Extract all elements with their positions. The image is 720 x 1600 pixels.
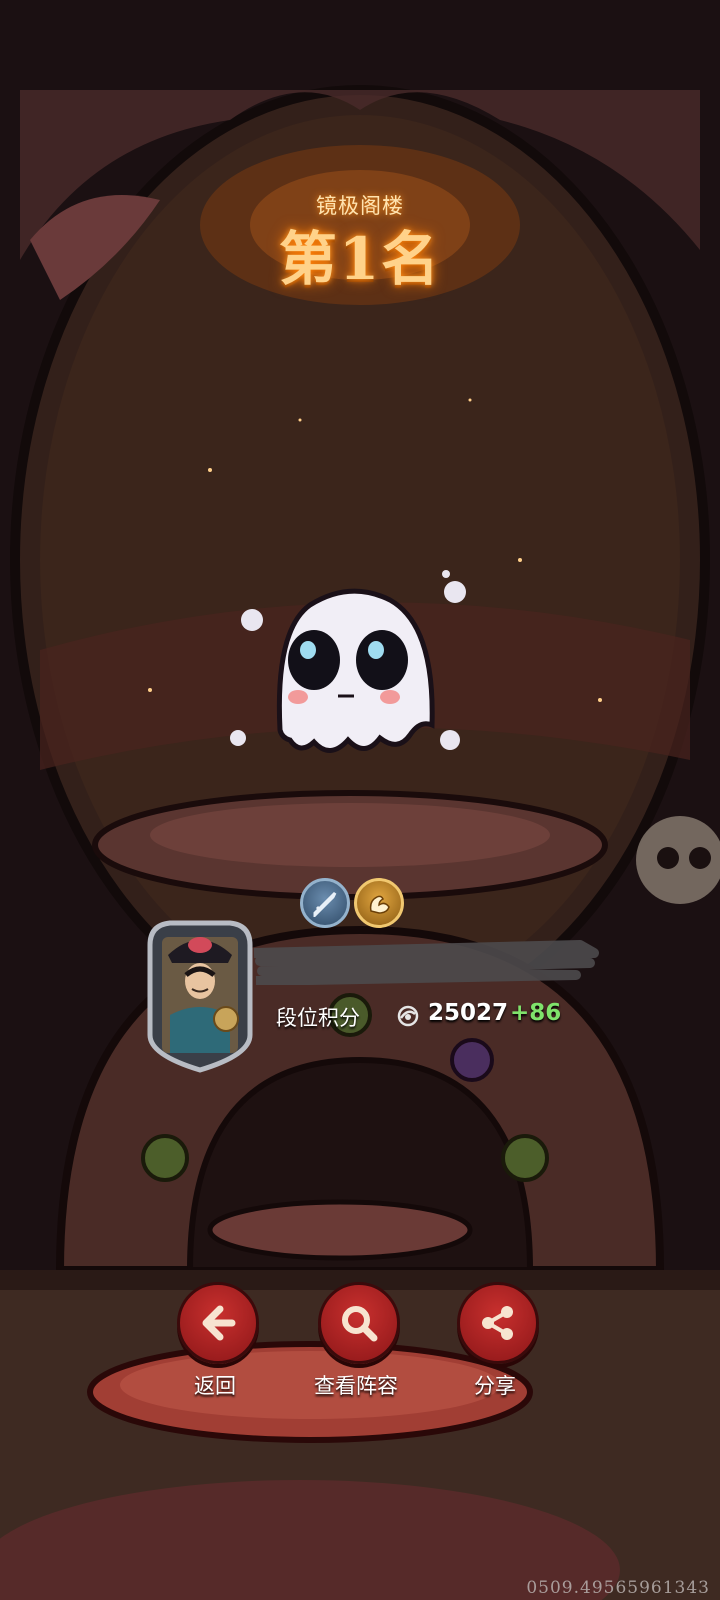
player-avatar <box>147 920 253 1073</box>
share-label: 分享 <box>474 1374 516 1398</box>
share-icon <box>482 1306 513 1340</box>
share-circle[interactable] <box>457 1282 539 1364</box>
flexed-arm-icon <box>354 878 404 928</box>
back-button[interactable]: 返回 <box>162 1282 272 1398</box>
back-label: 返回 <box>194 1374 236 1398</box>
view-lineup-label: 查看阵容 <box>314 1374 398 1398</box>
magnifier-icon <box>342 1306 378 1342</box>
rank-title: 第1名 <box>278 225 442 293</box>
watermark: 0509.49565961343 <box>526 1578 710 1598</box>
arrow-left-icon <box>202 1305 236 1341</box>
back-circle[interactable] <box>177 1282 259 1364</box>
view-lineup-button[interactable]: 查看阵容 <box>303 1282 413 1398</box>
result-screen: 镜极阁楼 第1名 段位积分 25027 +86 返回 查看阵容 分享 0509.… <box>0 0 720 1600</box>
share-button[interactable]: 分享 <box>442 1282 552 1398</box>
sword-icon <box>300 878 350 928</box>
view-lineup-circle[interactable] <box>318 1282 400 1364</box>
rank-points-icon <box>397 1005 419 1027</box>
score-value: 25027 <box>428 1000 509 1026</box>
player-name-redacted <box>253 940 599 985</box>
player-badges <box>300 878 410 928</box>
score-delta: +86 <box>510 1000 562 1026</box>
ghost-mascot <box>230 570 466 753</box>
score-label: 段位积分 <box>276 1006 360 1030</box>
